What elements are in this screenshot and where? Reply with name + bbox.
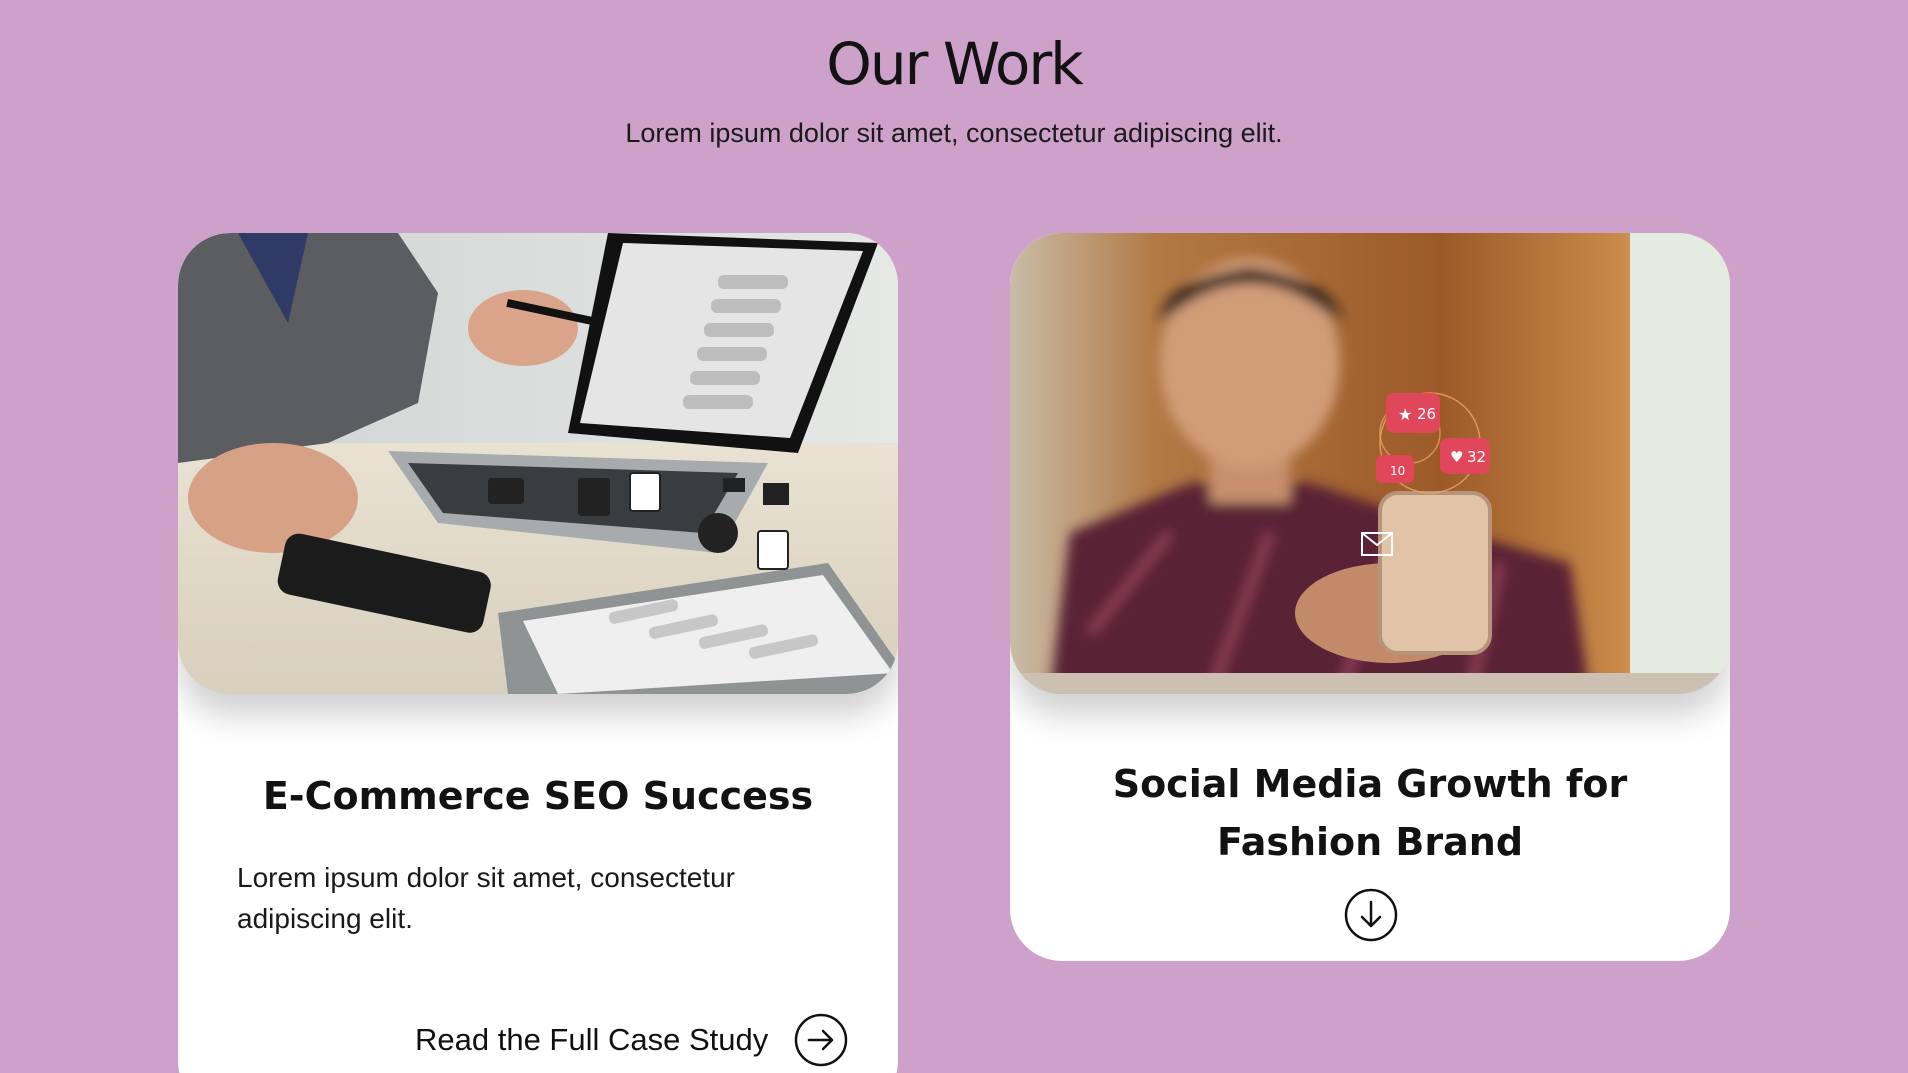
card-image-laptop-seo	[178, 233, 898, 694]
like-count: 32	[1467, 448, 1486, 466]
section-subtitle: Lorem ipsum dolor sit amet, consectetur …	[625, 118, 1283, 148]
case-study-card-ecommerce-seo: E-Commerce SEO Success Lorem ipsum dolor…	[178, 233, 898, 1073]
cta-label: Read the Full Case Study	[415, 1022, 769, 1057]
star-count: 26	[1417, 405, 1436, 423]
comment-count: 10	[1390, 464, 1405, 478]
arrow-down-circle-icon[interactable]	[1344, 888, 1398, 942]
arrow-right-circle-icon	[795, 1013, 848, 1067]
svg-text:♥: ♥	[1450, 448, 1463, 466]
card-title: Social Media Growth for Fashion Brand	[1112, 762, 1628, 864]
case-study-card-social-media: ★ 26 ♥ 32 10 Social Media Growth for Fas…	[1010, 233, 1730, 961]
card-title: E-Commerce SEO Success	[262, 774, 814, 818]
section-title: Our Work	[826, 30, 1084, 98]
read-case-study-link[interactable]: Read the Full Case Study	[415, 1013, 848, 1067]
card-image-social-media: ★ 26 ♥ 32 10	[1010, 233, 1730, 694]
svg-text:★: ★	[1398, 405, 1412, 424]
card-description: Lorem ipsum dolor sit amet, consectetur …	[237, 862, 735, 934]
